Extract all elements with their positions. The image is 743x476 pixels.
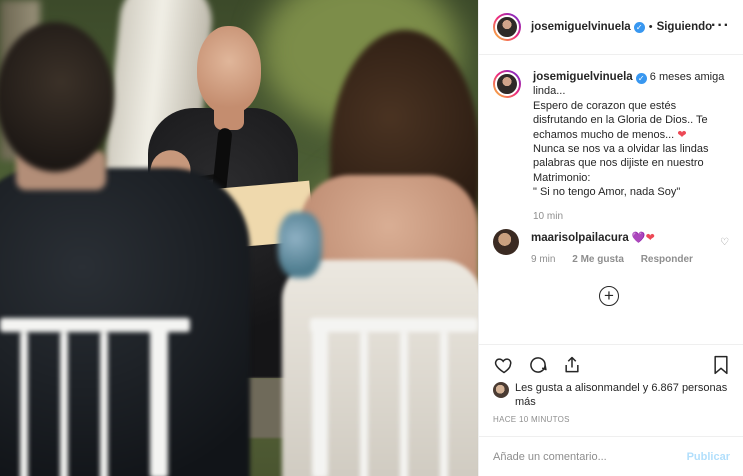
post-timestamp[interactable]: HACE 10 MINUTOS: [493, 415, 570, 424]
reply-button[interactable]: Responder: [641, 254, 693, 265]
bookmark-icon[interactable]: [710, 354, 732, 376]
load-more-comments-icon[interactable]: +: [599, 286, 619, 306]
separator: •: [648, 21, 653, 33]
caption: josemiguelvinuela ✓ 6 meses amiga linda..…: [493, 70, 730, 224]
verified-icon: ✓: [635, 73, 647, 84]
caption-time[interactable]: 10 min: [533, 210, 729, 224]
caption-text: josemiguelvinuela ✓ 6 meses amiga linda..…: [533, 70, 729, 224]
comment-avatar[interactable]: [493, 229, 519, 255]
post-sidebar: josemiguelvinuela ✓ • Siguiendo ··· jose…: [478, 0, 743, 476]
caption-line: Nunca se nos va a olvidar las lindas pal…: [533, 143, 709, 184]
red-heart-icon: ❤: [645, 232, 655, 244]
caption-username[interactable]: josemiguelvinuela: [533, 71, 633, 83]
more-horizontal-icon[interactable]: ···: [711, 17, 730, 35]
caption-avatar[interactable]: [493, 70, 521, 98]
publish-button[interactable]: Publicar: [687, 451, 730, 463]
following-button[interactable]: Siguiendo: [657, 21, 713, 33]
chair-left: [0, 318, 190, 476]
likes-summary: Les gusta a alisonmandel y 6.867 persona…: [493, 381, 733, 409]
header-username[interactable]: josemiguelvinuela: [531, 21, 631, 33]
red-heart-icon: ❤: [677, 128, 687, 141]
comment-input[interactable]: Añade un comentario...: [493, 451, 687, 463]
heart-icon[interactable]: [493, 354, 515, 376]
comment-time[interactable]: 9 min: [531, 254, 555, 265]
post-header: josemiguelvinuela ✓ • Siguiendo ···: [479, 0, 743, 55]
chair-right: [310, 318, 478, 476]
comment-icon[interactable]: [527, 354, 549, 376]
caption-line: " Si no tengo Amor, nada Soy": [533, 186, 681, 199]
liker-avatar[interactable]: [493, 382, 509, 398]
groom-head: [0, 22, 114, 172]
purple-heart-icon: 💜: [631, 232, 646, 244]
like-comment-heart-icon[interactable]: ♡: [720, 237, 729, 248]
comment-username[interactable]: maarisolpailacura: [531, 232, 629, 244]
comment: maarisolpailacura 💜❤ 9 min 2 Me gusta Re…: [493, 229, 733, 268]
post-photo[interactable]: [0, 0, 478, 476]
likes-text[interactable]: Les gusta a alisonmandel y 6.867 persona…: [515, 381, 733, 409]
share-icon[interactable]: [561, 354, 583, 376]
officiant-head: [197, 26, 261, 114]
verified-icon: ✓: [633, 21, 645, 33]
avatar[interactable]: [493, 13, 521, 41]
add-comment-bar: Añade un comentario... Publicar: [479, 436, 743, 476]
comments-section: josemiguelvinuela ✓ 6 meses amiga linda..…: [479, 56, 743, 346]
post-actions: Les gusta a alisonmandel y 6.867 persona…: [479, 344, 743, 476]
comment-likes[interactable]: 2 Me gusta: [572, 254, 624, 265]
flower: [278, 212, 322, 278]
